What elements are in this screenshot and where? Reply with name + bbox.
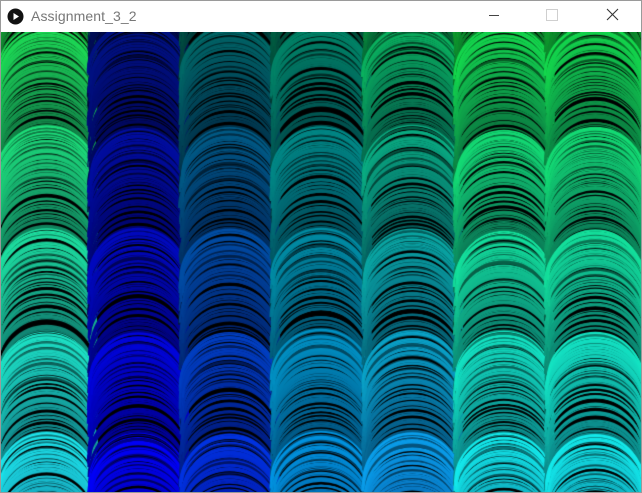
window-title: Assignment_3_2 <box>31 8 137 24</box>
maximize-icon <box>546 8 558 26</box>
app-window: Assignment_3_2 <box>0 0 642 493</box>
minimize-icon <box>488 8 500 26</box>
minimize-button[interactable] <box>471 1 517 32</box>
close-icon <box>606 8 619 26</box>
processing-app-icon <box>7 8 24 25</box>
title-bar[interactable]: Assignment_3_2 <box>1 1 641 32</box>
close-button[interactable] <box>589 1 635 32</box>
arc-pattern-canvas[interactable] <box>1 32 641 492</box>
sketch-canvas-area[interactable] <box>1 32 641 492</box>
maximize-button[interactable] <box>529 1 575 32</box>
